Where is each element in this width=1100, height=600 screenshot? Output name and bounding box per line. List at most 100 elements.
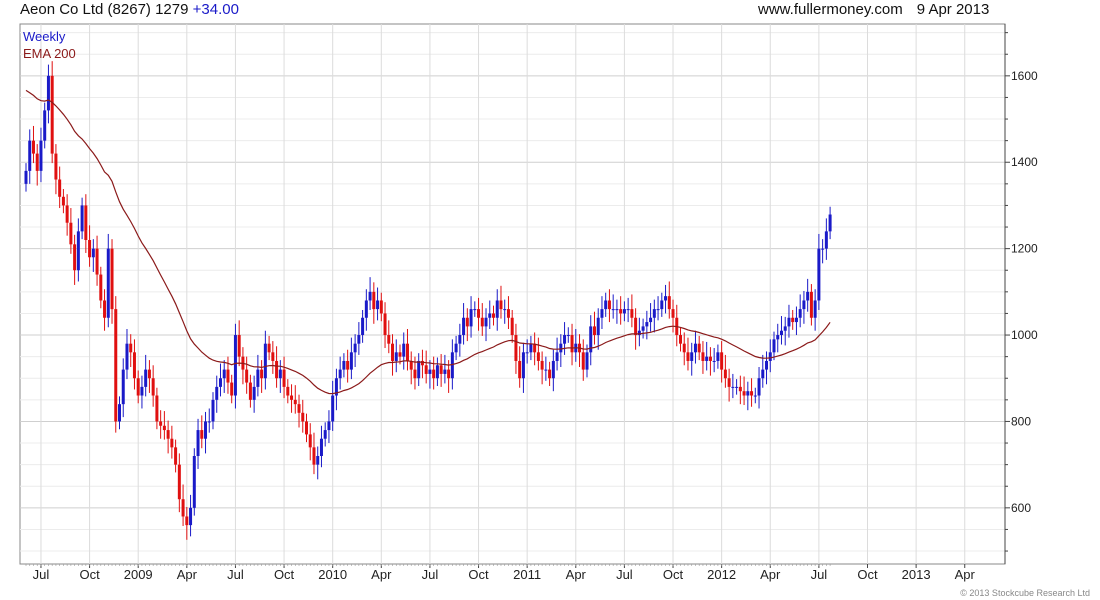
candle-body-up — [331, 395, 335, 422]
candle-body-down — [667, 296, 671, 310]
candle-body-down — [510, 317, 514, 336]
candle-body-down — [226, 369, 230, 383]
candle-body-down — [548, 369, 552, 379]
candle-body-down — [99, 274, 103, 301]
x-tick-label: Oct — [663, 567, 684, 582]
x-tick-label: Oct — [857, 567, 878, 582]
candle-body-up — [207, 421, 211, 423]
candle-body-down — [682, 343, 686, 353]
candle-body-down — [391, 343, 395, 361]
candle-body-up — [43, 110, 47, 141]
candle-body-up — [402, 343, 406, 357]
candle-body-down — [286, 386, 290, 396]
candle-body-down — [181, 499, 185, 517]
candle-body-up — [656, 309, 660, 311]
candle-body-up — [140, 386, 144, 396]
candle-body-down — [308, 434, 312, 448]
candle-body-down — [293, 399, 297, 405]
candle-body-up — [222, 369, 226, 379]
candle-body-down — [536, 352, 540, 361]
candle-body-up — [746, 391, 750, 396]
candle-body-down — [439, 365, 443, 374]
candle-body-down — [290, 395, 294, 400]
candle-body-down — [88, 240, 92, 258]
candle-body-down — [147, 369, 151, 379]
candle-body-down — [346, 360, 350, 370]
candle-body-down — [282, 369, 286, 387]
candle-body-up — [91, 248, 95, 258]
candle-body-up — [529, 343, 533, 353]
candle-body-up — [503, 309, 507, 311]
candle-body-up — [563, 335, 567, 344]
candle-body-up — [645, 322, 649, 327]
candle-body-down — [750, 391, 754, 396]
candle-body-down — [492, 313, 495, 318]
y-tick-label: 800 — [1011, 414, 1031, 428]
candle-body-up — [454, 343, 458, 353]
y-tick-label: 1400 — [1011, 155, 1038, 169]
candle-body-up — [327, 421, 331, 431]
candle-body-down — [95, 248, 99, 275]
candle-body-up — [364, 300, 368, 318]
candle-body-down — [372, 291, 376, 310]
candle-body-down — [159, 421, 163, 426]
candle-body-down — [630, 309, 634, 318]
candle-body-up — [660, 300, 664, 310]
candle-body-up — [757, 378, 761, 396]
candle-body-up — [735, 386, 739, 388]
candle-body-down — [305, 421, 308, 435]
candle-body-up — [813, 300, 817, 318]
candle-body-down — [200, 430, 204, 439]
candle-body-up — [323, 430, 327, 439]
price-chart: 600 800 1000 1200 1400 1600 Jul Oct 2009 Apr Jul O… — [19, 23, 1038, 582]
candle-body-up — [46, 75, 50, 111]
candle-body-up — [263, 343, 267, 379]
candle-body-up — [144, 369, 148, 387]
candle-body-up — [731, 386, 735, 388]
candle-body-up — [443, 369, 447, 374]
candle-body-down — [84, 205, 88, 240]
candle-body-up — [716, 352, 720, 361]
candle-body-up — [118, 404, 121, 422]
candle-body-down — [708, 356, 712, 361]
candle-body-down — [383, 313, 387, 336]
candle-body-up — [278, 369, 282, 379]
candle-body-down — [174, 447, 178, 465]
candle-body-up — [779, 330, 783, 336]
y-axis: 600 800 1000 1200 1400 1600 — [1004, 24, 1038, 564]
candle-body-up — [641, 326, 645, 331]
candle-body-up — [652, 309, 656, 318]
candle-body-up — [192, 456, 196, 508]
candle-body-up — [611, 309, 615, 311]
candle-body-down — [230, 382, 234, 396]
candle-body-up — [544, 369, 548, 371]
candle-body-down — [398, 352, 402, 357]
x-tick-label: Jul — [422, 567, 439, 582]
candle-body-down — [248, 382, 252, 400]
candle-body-down — [634, 317, 638, 336]
candle-body-down — [73, 244, 77, 271]
candle-body-down — [791, 317, 795, 323]
candle-body-down — [499, 300, 503, 310]
candle-body-down — [432, 369, 436, 379]
candle-body-up — [353, 343, 357, 353]
candle-body-down — [723, 369, 727, 379]
candle-body-down — [686, 352, 690, 361]
candle-body-down — [727, 378, 731, 387]
x-tick-label: Apr — [955, 567, 976, 582]
candle-body-up — [319, 438, 323, 456]
candle-body-up — [798, 309, 802, 318]
candle-body-up — [705, 356, 709, 361]
candle-body-up — [495, 300, 499, 318]
candle-body-down — [514, 335, 518, 361]
candle-body-down — [701, 352, 705, 361]
x-tick-label: Jul — [33, 567, 50, 582]
candle-body-down — [312, 447, 316, 465]
candle-body-up — [316, 456, 320, 465]
candle-body-down — [297, 404, 301, 413]
candle-body-up — [693, 343, 697, 353]
candle-body-down — [570, 335, 574, 353]
candle-body-up — [80, 205, 84, 232]
candle-body-up — [772, 339, 776, 353]
candle-body-up — [24, 170, 28, 184]
